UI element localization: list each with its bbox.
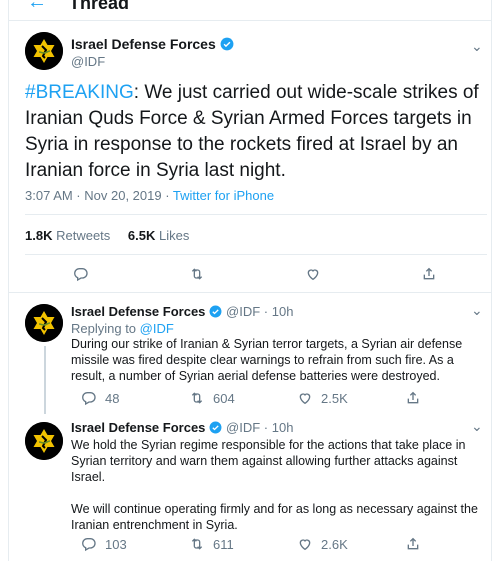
tweet-stats: 1.8K Retweets 6.5K Likes xyxy=(25,228,189,243)
author-name[interactable]: Israel Defense Forces xyxy=(71,420,205,435)
tweet-text: #BREAKING: We just carried out wide-scal… xyxy=(25,80,487,184)
chevron-down-icon[interactable]: ⌄ xyxy=(471,418,483,435)
retweet-icon xyxy=(189,536,205,552)
avatar[interactable] xyxy=(25,422,63,460)
retweet-icon xyxy=(189,390,205,406)
source-link[interactable]: Twitter for iPhone xyxy=(173,188,274,203)
author-handle[interactable]: @IDF xyxy=(226,420,260,435)
timestamp[interactable]: 3:07 AM · Nov 20, 2019 · xyxy=(25,188,173,203)
like-icon xyxy=(305,266,321,282)
retweet-icon xyxy=(189,266,205,282)
meta-divider xyxy=(25,214,487,215)
page-title: Thread xyxy=(69,0,130,13)
avatar[interactable] xyxy=(25,304,63,342)
avatar[interactable] xyxy=(25,32,63,70)
verified-icon xyxy=(209,305,222,318)
reply-text: During our strike of Iranian & Syrian te… xyxy=(71,337,463,383)
reply-button[interactable]: 103 xyxy=(81,536,127,552)
share-icon xyxy=(421,266,437,282)
reply-icon xyxy=(81,390,97,406)
replying-to: Replying to @IDF xyxy=(71,321,174,336)
author-handle[interactable]: @IDF xyxy=(226,304,260,319)
reply-icon xyxy=(73,266,89,282)
retweet-button[interactable]: 611 xyxy=(189,536,234,552)
hashtag-link[interactable]: #BREAKING xyxy=(25,82,134,103)
tweet-meta: 3:07 AM · Nov 20, 2019 · Twitter for iPh… xyxy=(25,188,274,203)
share-icon xyxy=(405,536,421,552)
like-button[interactable]: 2.5K xyxy=(297,390,348,406)
header-divider xyxy=(9,20,491,21)
share-button[interactable] xyxy=(405,536,421,552)
main-tweet-divider xyxy=(9,292,491,293)
reply-header: Israel Defense Forces @IDF · 10h xyxy=(71,420,293,435)
reply-icon xyxy=(81,536,97,552)
author-name[interactable]: Israel Defense Forces xyxy=(71,304,205,319)
reply-time[interactable]: · 10h xyxy=(264,304,294,319)
thread-connector xyxy=(44,346,46,414)
likes-stat[interactable]: 6.5K Likes xyxy=(128,228,189,243)
like-button[interactable] xyxy=(305,266,321,282)
like-icon xyxy=(297,536,313,552)
retweets-stat[interactable]: 1.8K Retweets xyxy=(25,228,110,243)
verified-icon xyxy=(209,421,222,434)
chevron-down-icon[interactable]: ⌄ xyxy=(471,302,483,319)
like-button[interactable]: 2.6K xyxy=(297,536,348,552)
retweet-button[interactable] xyxy=(189,266,205,282)
like-icon xyxy=(297,390,313,406)
reply-header: Israel Defense Forces @IDF · 10h xyxy=(71,304,293,319)
top-bar: ← Thread xyxy=(9,0,491,14)
reply-button[interactable] xyxy=(73,266,89,282)
arrow-left-icon[interactable]: ← xyxy=(27,0,47,12)
retweet-button[interactable]: 604 xyxy=(189,390,235,406)
reply-button[interactable]: 48 xyxy=(81,390,119,406)
reply-text: We hold the Syrian regime responsible fo… xyxy=(71,438,478,532)
reply-time[interactable]: · 10h xyxy=(264,420,294,435)
share-icon xyxy=(405,390,421,406)
thread-page: ← Thread Israel Defense Forces @IDF ⌄ #B… xyxy=(8,0,492,561)
stats-divider xyxy=(25,254,487,255)
chevron-down-icon[interactable]: ⌄ xyxy=(471,38,483,55)
verified-icon xyxy=(220,37,234,51)
replying-to-link[interactable]: @IDF xyxy=(140,321,174,336)
share-button[interactable] xyxy=(421,266,437,282)
author-name[interactable]: Israel Defense Forces xyxy=(71,36,234,54)
author-handle[interactable]: @IDF xyxy=(71,54,105,69)
share-button[interactable] xyxy=(405,390,421,406)
